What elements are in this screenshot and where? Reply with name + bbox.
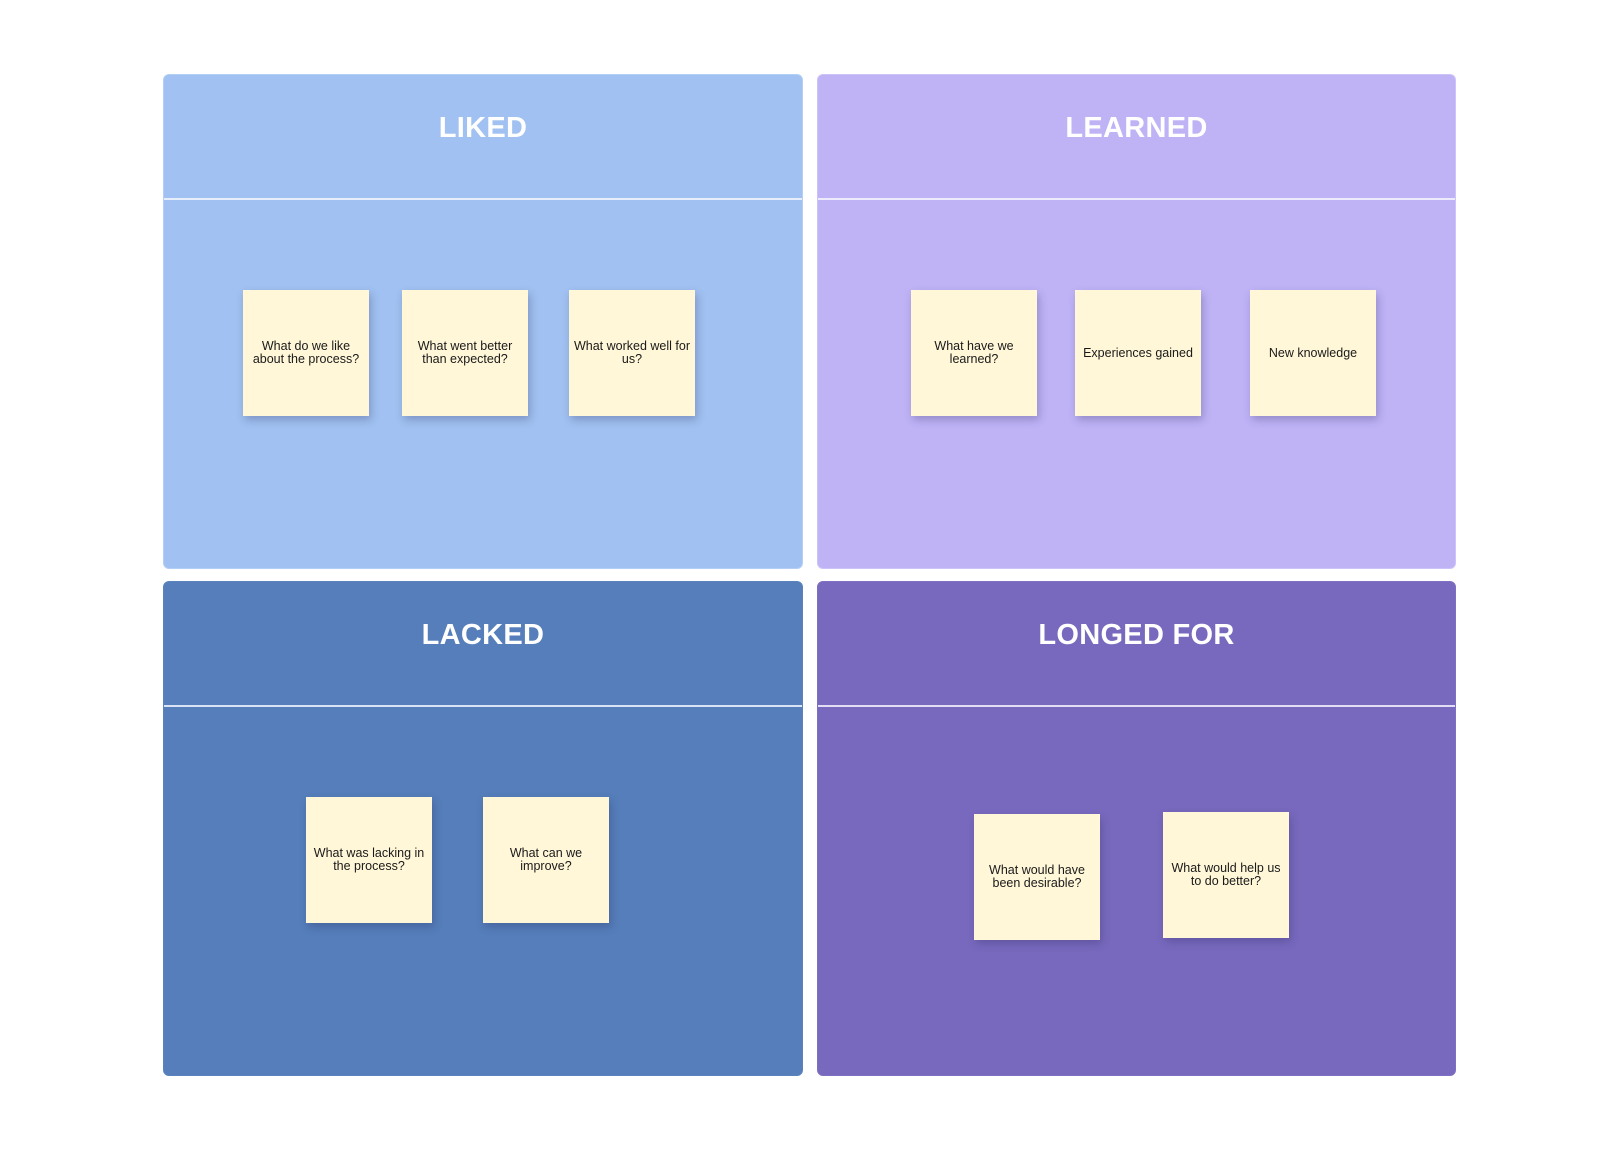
quadrant-lacked: LACKED What was lacking in the process? … xyxy=(163,581,803,1076)
sticky-note-text: What would help us to do better? xyxy=(1171,861,1281,888)
sticky-note-text: Experiences gained xyxy=(1083,345,1193,360)
sticky-note[interactable]: What was lacking in the process? xyxy=(306,797,432,923)
header-divider xyxy=(818,705,1455,707)
sticky-note-text: What do we like about the process? xyxy=(252,339,360,366)
sticky-note[interactable]: What have we learned? xyxy=(911,290,1037,416)
quadrant-learned: LEARNED What have we learned? Experience… xyxy=(817,74,1456,569)
quadrant-header: LEARNED xyxy=(818,75,1455,198)
sticky-note-text: What worked well for us? xyxy=(573,339,690,366)
sticky-note[interactable]: Experiences gained xyxy=(1075,290,1201,416)
sticky-note-text: What went better than expected? xyxy=(417,339,513,366)
quadrant-header: LACKED xyxy=(164,582,802,705)
sticky-note[interactable]: What worked well for us? xyxy=(569,290,695,416)
quadrant-longed-for: LONGED FOR What would have been desirabl… xyxy=(817,581,1456,1076)
sticky-note[interactable]: New knowledge xyxy=(1250,290,1376,416)
header-divider xyxy=(164,705,802,707)
quadrant-header: LIKED xyxy=(164,75,802,198)
sticky-note[interactable]: What do we like about the process? xyxy=(243,290,369,416)
quadrant-title: LIKED xyxy=(438,112,528,144)
header-divider xyxy=(164,198,802,200)
quadrant-liked: LIKED What do we like about the process?… xyxy=(163,74,803,569)
sticky-note[interactable]: What would have been desirable? xyxy=(974,814,1100,940)
header-divider xyxy=(818,198,1455,200)
sticky-note-text: What have we learned? xyxy=(934,339,1014,366)
quadrant-header: LONGED FOR xyxy=(818,582,1455,705)
sticky-note-text: What was lacking in the process? xyxy=(313,846,425,873)
sticky-note[interactable]: What would help us to do better? xyxy=(1163,812,1289,938)
retrospective-board: LIKED What do we like about the process?… xyxy=(0,0,1624,1160)
sticky-note[interactable]: What can we improve? xyxy=(483,797,609,923)
quadrant-title: LEARNED xyxy=(1065,112,1208,144)
sticky-note-text: What would have been desirable? xyxy=(989,863,1085,890)
sticky-note-text: New knowledge xyxy=(1268,345,1358,360)
quadrant-title: LACKED xyxy=(421,619,545,651)
sticky-note-text: What can we improve? xyxy=(509,846,583,873)
quadrant-title: LONGED FOR xyxy=(1038,619,1235,651)
sticky-note[interactable]: What went better than expected? xyxy=(402,290,528,416)
